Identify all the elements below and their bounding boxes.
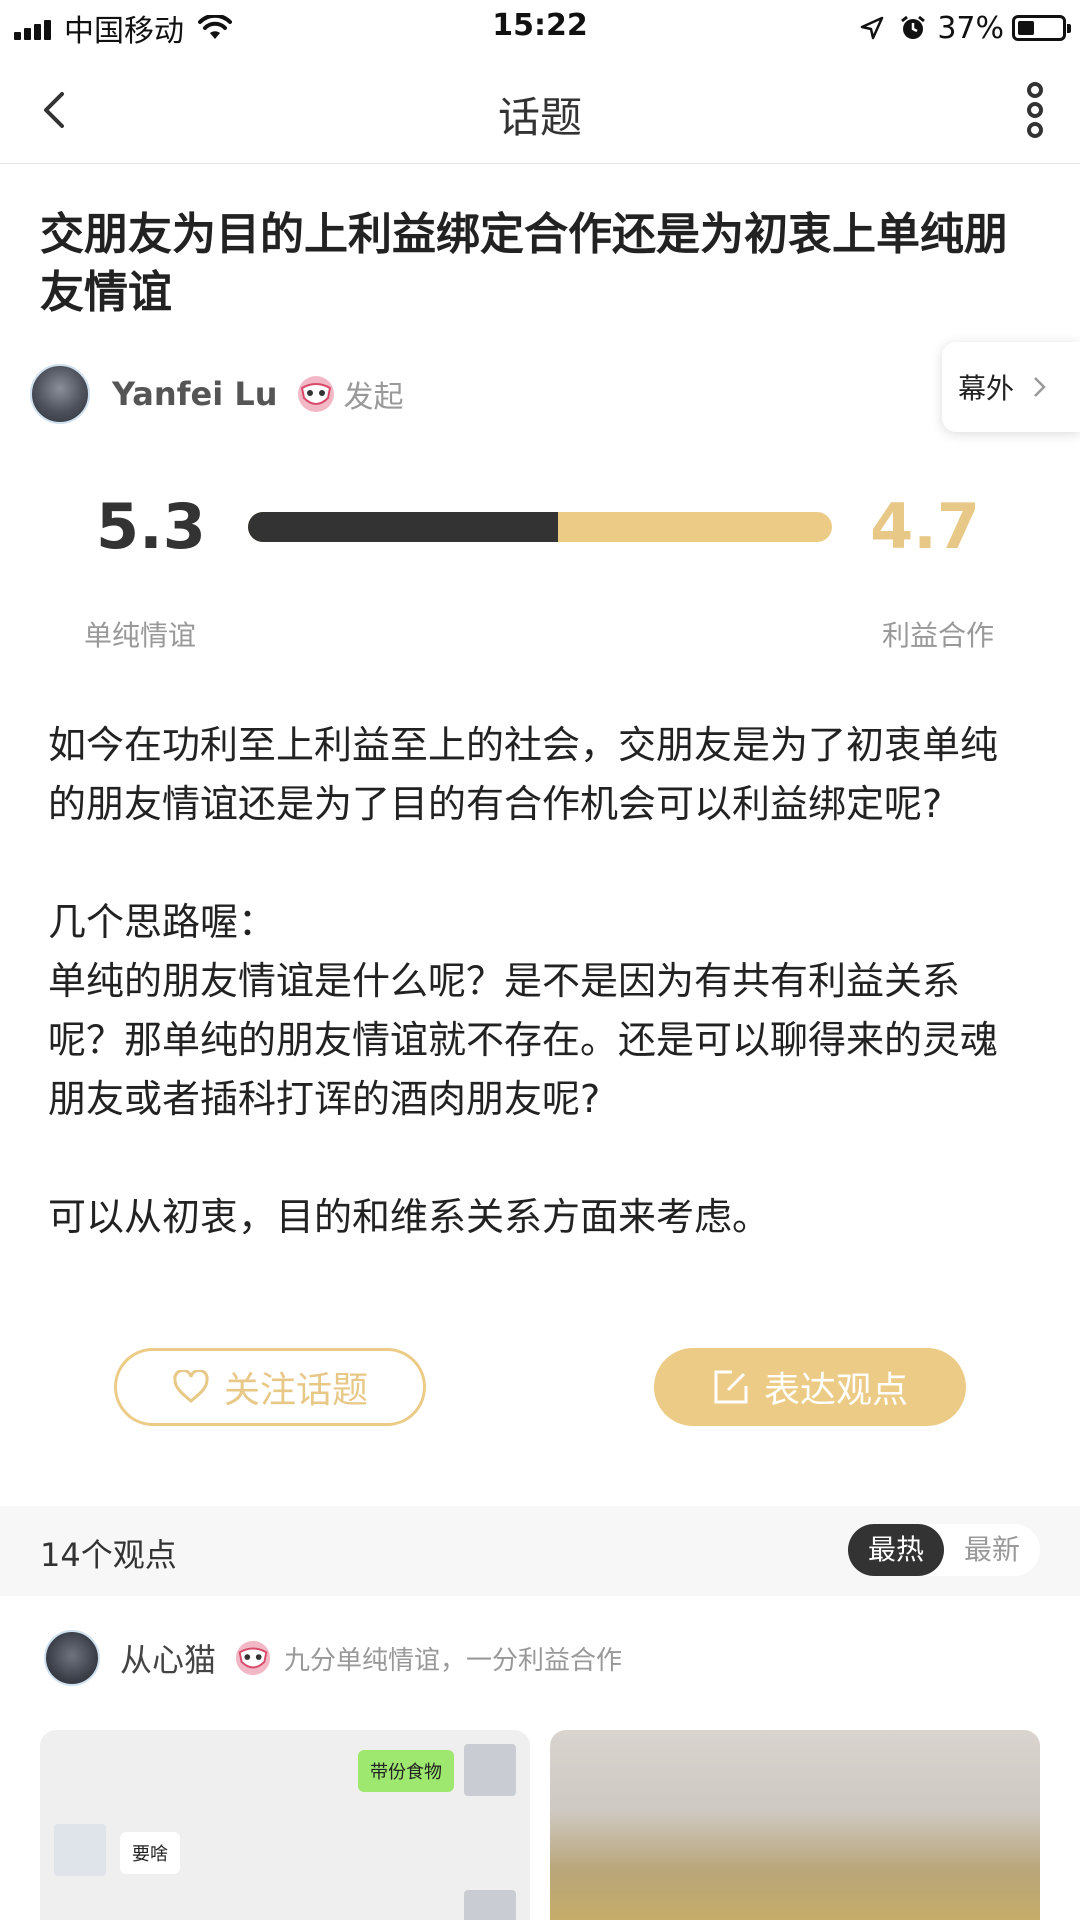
sort-new-tab[interactable]: 最新 (944, 1524, 1040, 1576)
topic-description: 如今在功利至上利益至上的社会，交朋友是为了初衷单纯的朋友情谊还是为了目的有合作机… (48, 716, 1028, 1247)
topic-author-row[interactable]: Yanfei Lu 发起 (30, 362, 404, 426)
left-option-label: 单纯情谊 (84, 619, 197, 652)
mask-badge-icon (297, 376, 334, 412)
follow-topic-label: 关注话题 (223, 1370, 368, 1411)
left-score: 5.3 (96, 490, 206, 563)
chat-avatar (54, 1824, 106, 1876)
chat-avatar (464, 1890, 516, 1920)
author-name[interactable]: Yanfei Lu (112, 375, 278, 413)
opinion-image-food-photo[interactable] (550, 1730, 1040, 1920)
description-paragraph: 可以从初衷，目的和维系关系方面来考虑。 (48, 1195, 771, 1239)
right-option-label: 利益合作 (881, 619, 994, 652)
opinion-author-row[interactable]: 从心猫 九分单纯情谊，一分利益合作 (44, 1630, 622, 1686)
vote-ratio-left-fill (248, 512, 558, 542)
status-bar: 中国移动 15:22 37% (0, 0, 1080, 56)
avatar[interactable] (30, 364, 90, 424)
battery-icon (1012, 15, 1071, 41)
avatar[interactable] (44, 1630, 100, 1686)
side-tab-button[interactable]: 幕外 (942, 342, 1080, 432)
more-icon[interactable] (1020, 82, 1050, 138)
edit-icon (714, 1370, 748, 1404)
side-tab-label: 幕外 (958, 372, 1015, 405)
chevron-right-icon (1034, 377, 1046, 397)
alarm-icon (901, 15, 926, 39)
vote-ratio-bar (248, 512, 832, 542)
opinion-user-name[interactable]: 从心猫 (120, 1635, 216, 1681)
battery-percent: 37% (937, 10, 1004, 46)
opinions-header: 14个观点 最热 最新 (0, 1506, 1080, 1596)
opinion-count: 14个观点 (40, 1536, 177, 1574)
express-opinion-button[interactable]: 表达观点 (654, 1348, 966, 1426)
nav-bar: 话题 (0, 56, 1080, 164)
opinion-stance: 九分单纯情谊，一分利益合作 (284, 1645, 623, 1676)
description-blank (48, 1129, 1028, 1188)
heart-icon (173, 1370, 209, 1403)
follow-topic-button[interactable]: 关注话题 (114, 1348, 426, 1426)
sort-hot-tab[interactable]: 最热 (847, 1524, 944, 1576)
topic-title: 交朋友为目的上利益绑定合作还是为初衷上单纯朋友情谊 (40, 209, 1008, 318)
chat-bubble: 带份食物 (358, 1750, 454, 1792)
page-title: 话题 (497, 93, 582, 142)
description-paragraph: 如今在功利至上利益至上的社会，交朋友是为了初衷单纯的朋友情谊还是为了目的有合作机… (48, 723, 999, 826)
chat-bubble: 要啥 (120, 1832, 180, 1874)
description-paragraph: 几个思路喔： 单纯的朋友情谊是什么呢？是不是因为有共有利益关系呢？那单纯的朋友情… (48, 900, 999, 1121)
express-opinion-label: 表达观点 (763, 1370, 908, 1411)
mask-badge-icon (235, 1640, 271, 1676)
chat-avatar (464, 1744, 516, 1796)
opinion-image-chat-screenshot[interactable]: 带份食物 要啥 (40, 1730, 530, 1920)
right-score: 4.7 (870, 490, 980, 563)
location-arrow-icon (861, 16, 884, 40)
author-action-label: 发起 (343, 380, 404, 415)
sort-toggle: 最热 最新 (847, 1524, 1040, 1576)
description-blank (48, 834, 1028, 893)
